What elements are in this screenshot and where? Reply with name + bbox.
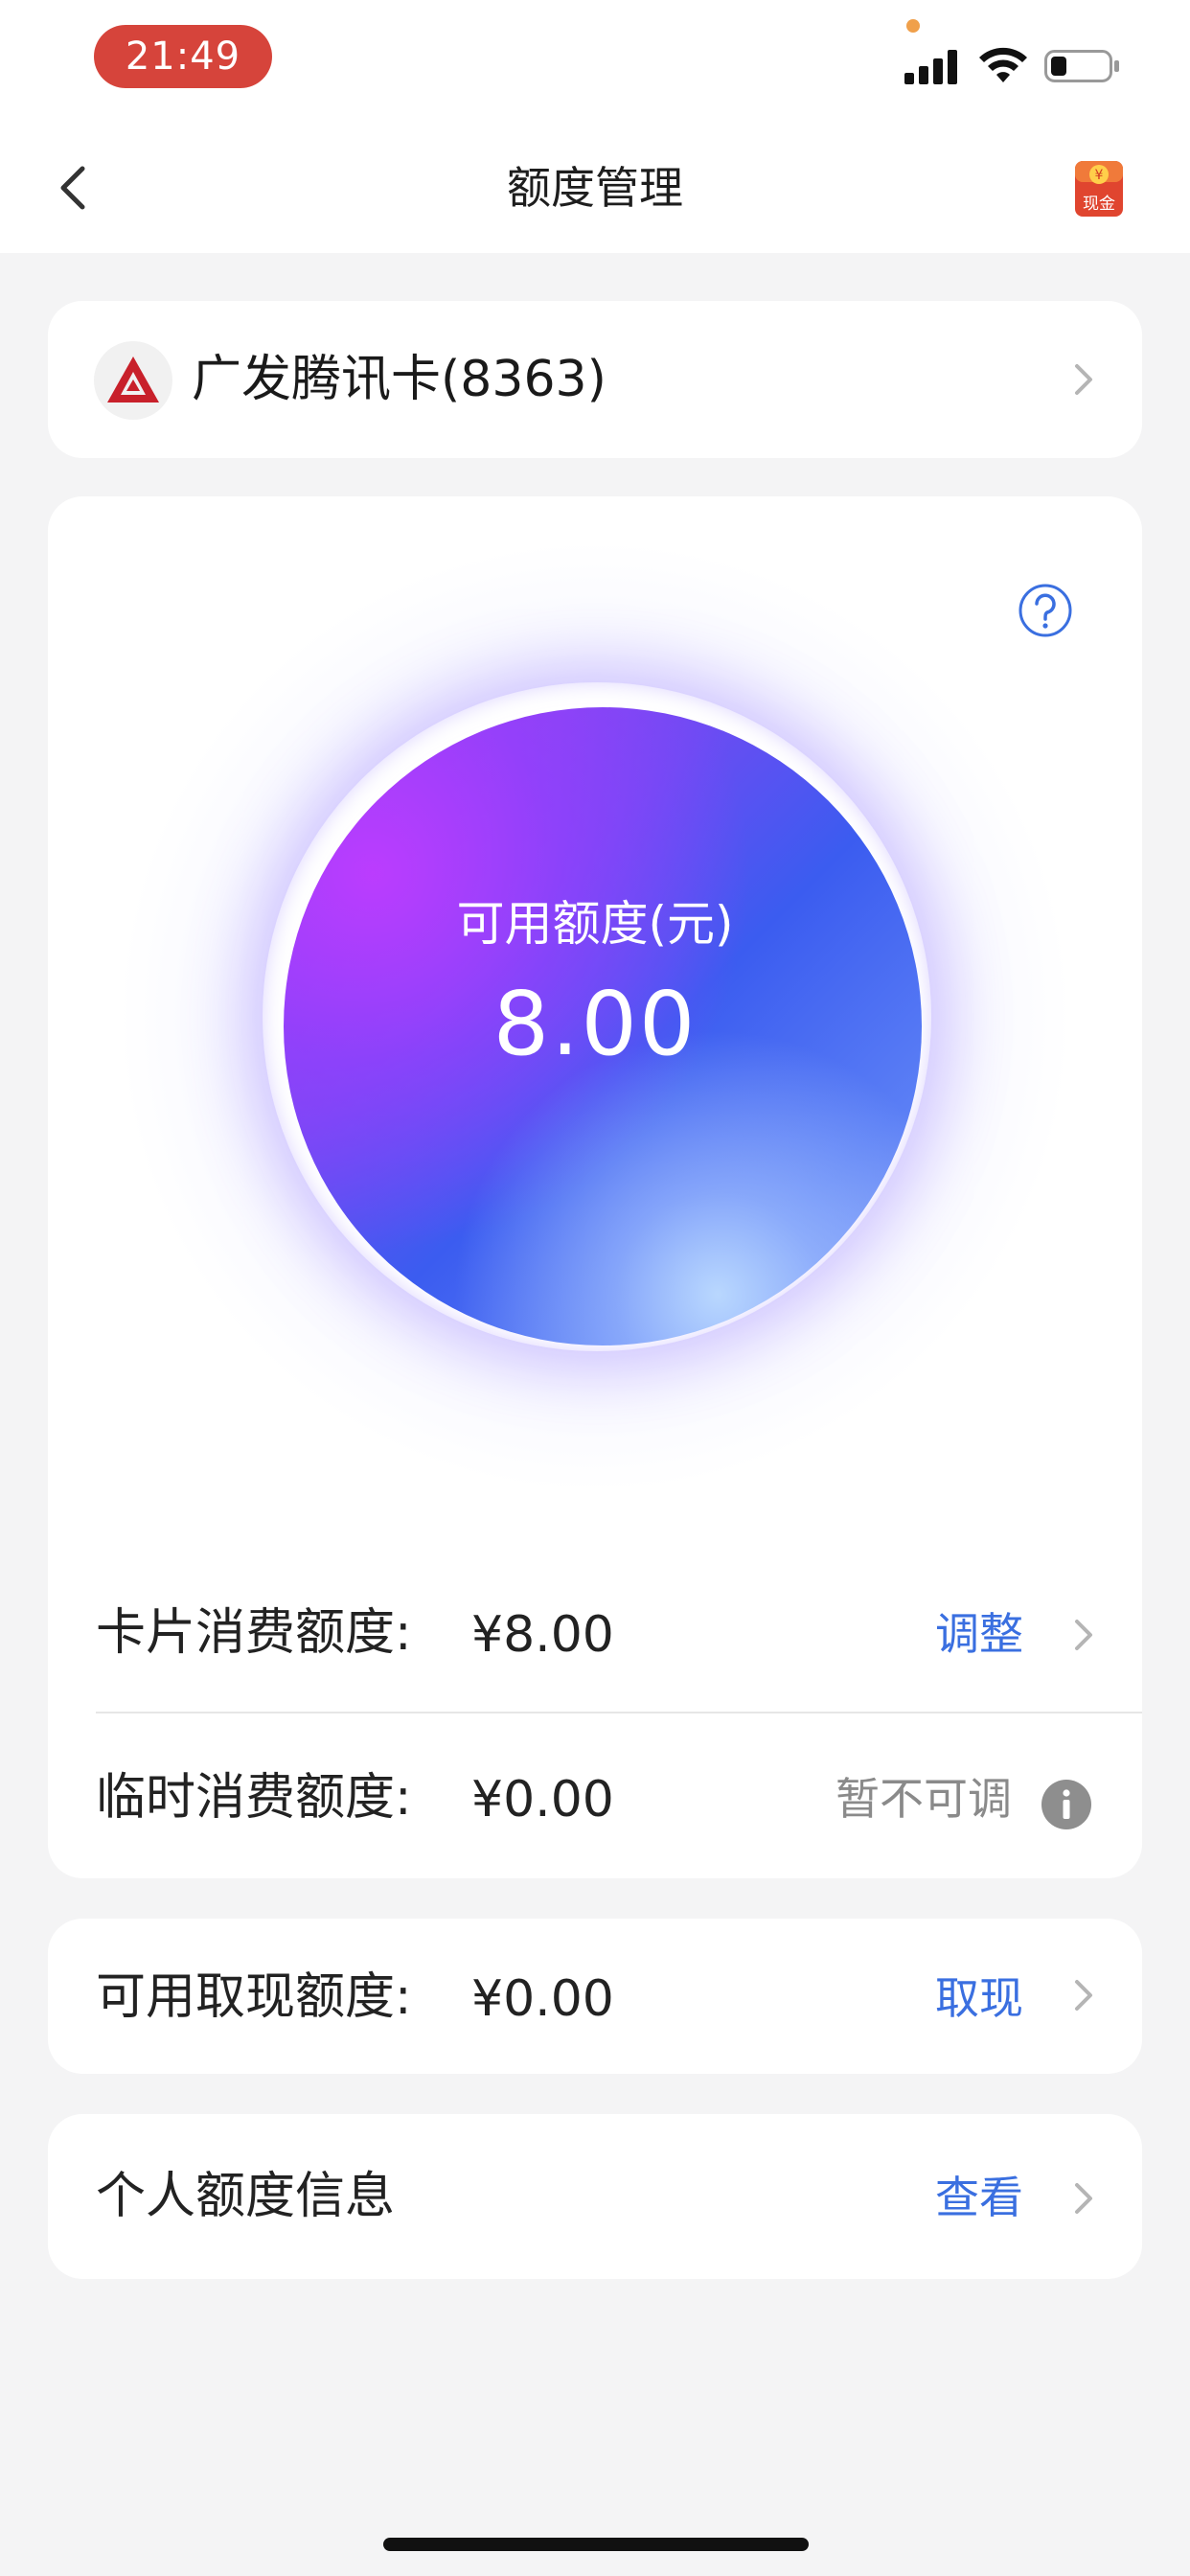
status-time: 21:49 [94,25,272,88]
row-divider [96,1712,1142,1714]
chevron-right-icon [1075,364,1092,395]
cash-limit-value: ¥0.00 [471,1970,614,2028]
wifi-icon [979,47,1027,82]
credit-limit-card: 可用额度(元) 8.00 卡片消费额度: ¥8.00 调整 临时消费额度: ¥0… [48,496,1142,1878]
not-adjustable-text: 暂不可调 [835,1773,1012,1825]
signal-icon [904,50,957,84]
battery-icon [1044,50,1119,82]
cash-limit-label: 可用取现额度: [96,1968,412,2026]
card-selector[interactable]: 广发腾讯卡(8363) [48,301,1142,458]
available-limit-label: 可用额度(元) [456,896,734,952]
screen: 21:49 额度管理 ¥ 现金 广发腾讯卡(8363) 可用额度(元) 8.00… [0,0,1190,2576]
camera-indicator-dot [906,19,920,33]
available-limit-orb: 可用额度(元) 8.00 [48,496,1142,1512]
cash-envelope-icon[interactable]: ¥ 现金 [1067,157,1131,220]
nav-bar: 额度管理 ¥ 现金 [0,125,1190,253]
card-spending-limit-row[interactable]: 卡片消费额度: ¥8.00 调整 [48,1560,1142,1704]
cash-withdrawal-card[interactable]: 可用取现额度: ¥0.00 取现 [48,1919,1142,2074]
help-icon[interactable] [1018,583,1073,638]
cash-badge-label: 现金 [1083,195,1115,214]
adjust-button[interactable]: 调整 [935,1604,1023,1664]
available-limit-value: 8.00 [492,973,698,1075]
temporary-limit-label: 临时消费额度: [96,1769,412,1827]
view-button[interactable]: 查看 [935,2168,1023,2227]
svg-text:¥: ¥ [1095,168,1104,183]
chevron-right-icon [1075,2183,1092,2214]
withdraw-button[interactable]: 取现 [935,1968,1023,2028]
personal-limit-row[interactable]: 个人额度信息 查看 [48,2124,1142,2267]
cash-withdrawal-row[interactable]: 可用取现额度: ¥0.00 取现 [48,1924,1142,2068]
home-indicator[interactable] [383,2538,809,2551]
personal-limit-card[interactable]: 个人额度信息 查看 [48,2114,1142,2279]
card-spending-label: 卡片消费额度: [96,1604,412,1662]
status-bar: 21:49 [0,0,1190,125]
temporary-limit-value: ¥0.00 [471,1771,614,1828]
personal-limit-label: 个人额度信息 [96,2168,396,2225]
info-icon[interactable] [1041,1779,1092,1830]
temporary-limit-row: 临时消费额度: ¥0.00 暂不可调 [48,1725,1142,1869]
chevron-right-icon [1075,1980,1092,2011]
bank-logo-icon [107,356,159,402]
chevron-right-icon [1075,1620,1092,1650]
card-name: 广发腾讯卡(8363) [192,351,606,408]
bank-logo [94,341,172,420]
page-title: 额度管理 [507,162,683,214]
card-spending-value: ¥8.00 [471,1606,614,1664]
